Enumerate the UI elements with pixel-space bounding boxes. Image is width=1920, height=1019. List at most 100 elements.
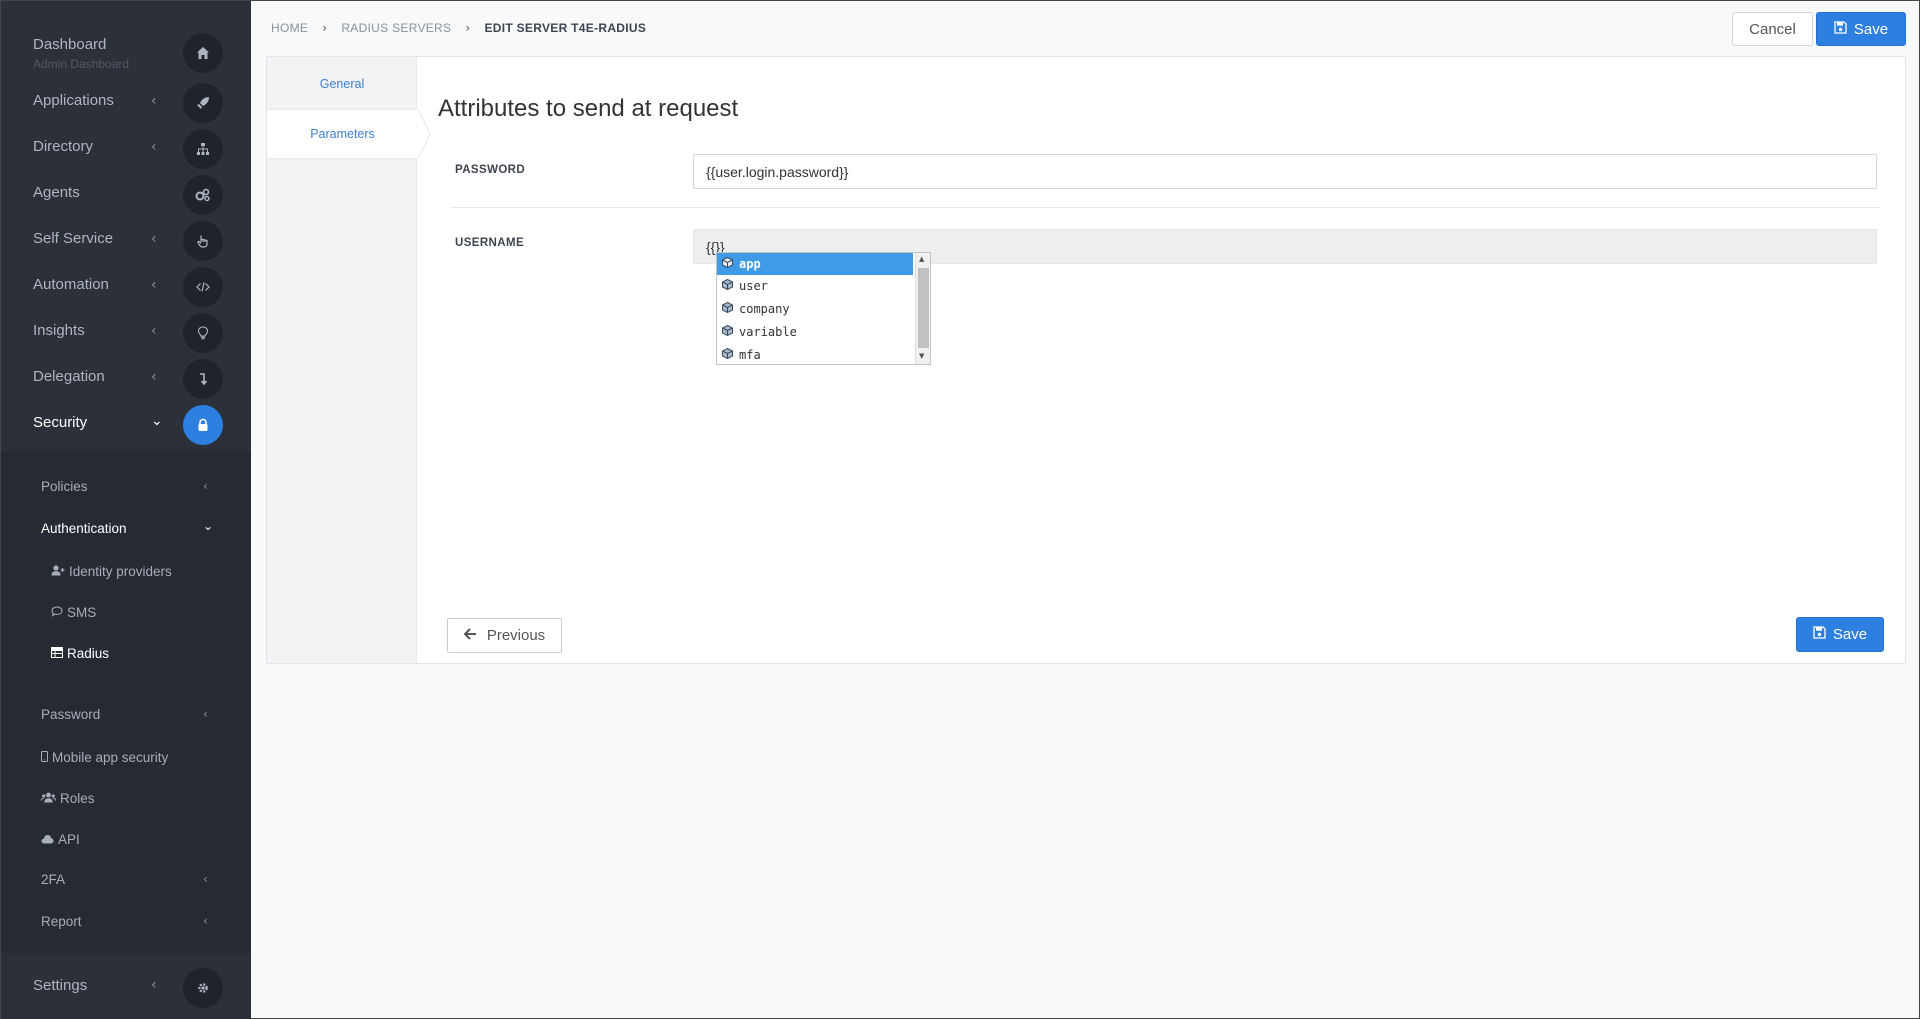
chevron-left-icon: ‹ (203, 479, 208, 493)
chevron-left-icon: ‹ (203, 707, 208, 721)
cloud-icon (41, 832, 54, 847)
gear-icon (183, 968, 223, 1008)
sidebar-item-agents[interactable]: Agents (1, 171, 251, 217)
submenu-item-label: Authentication (41, 521, 127, 536)
chevron-left-icon: ‹ (203, 914, 208, 928)
comment-icon (51, 605, 63, 620)
submenu-item-authentication[interactable]: Authentication ⌄ (41, 515, 221, 543)
submenu-item-label: Password (41, 707, 101, 722)
chevron-right-icon: › (322, 21, 328, 35)
sidebar-item-insights[interactable]: Insights ‹ (1, 309, 251, 355)
scroll-down-icon[interactable]: ▼ (919, 352, 924, 360)
mobile-icon (41, 750, 48, 765)
chevron-down-icon: ⌄ (151, 413, 163, 429)
scroll-up-icon[interactable]: ▲ (919, 255, 924, 263)
submenu-item-roles[interactable]: Roles (40, 786, 95, 810)
sidebar-item-settings[interactable]: Settings ‹ (1, 963, 251, 1013)
submenu-item-password[interactable]: Password ‹ (41, 701, 221, 729)
password-field[interactable]: {{user.login.password}} (693, 154, 1877, 189)
home-icon (183, 33, 223, 73)
cube-icon (722, 301, 733, 316)
edit-server-card: General Parameters Attributes to send at… (266, 56, 1906, 664)
sidebar-item-label: Self Service (33, 230, 114, 247)
submenu-item-label: 2FA (41, 872, 66, 887)
sidebar-item-label: Security (33, 414, 88, 431)
chevron-left-icon: ‹ (203, 872, 208, 886)
sidebar-main-nav: Dashboard Admin Dashboard Applications ‹… (1, 1, 251, 451)
level-down-icon (183, 359, 223, 399)
sidebar-item-dashboard[interactable]: Dashboard Admin Dashboard (1, 29, 251, 75)
autocomplete-item[interactable]: user (717, 275, 913, 297)
autocomplete-item-label: variable (739, 325, 797, 339)
submenu-item-policies[interactable]: Policies ‹ (41, 473, 221, 501)
chevron-left-icon: ‹ (151, 369, 157, 385)
sidebar-item-label: Applications (33, 92, 114, 109)
save-button-top[interactable]: Save (1816, 12, 1906, 46)
previous-button[interactable]: Previous (447, 618, 562, 653)
sidebar-item-delegation[interactable]: Delegation ‹ (1, 355, 251, 401)
sidebar-item-security[interactable]: Security ⌄ (1, 401, 251, 447)
rocket-icon (183, 83, 223, 123)
username-label: USERNAME (455, 237, 525, 249)
save-button-bottom[interactable]: Save (1796, 617, 1884, 652)
submenu-item-label: Roles (60, 790, 95, 806)
tab-parameters[interactable]: Parameters (267, 109, 418, 159)
submenu-item-mobile-app-security[interactable]: Mobile app security (41, 745, 168, 769)
save-icon (1834, 20, 1847, 38)
autocomplete-item[interactable]: app (717, 253, 913, 275)
save-button-label: Save (1853, 20, 1889, 38)
submenu-item-report[interactable]: Report ‹ (41, 908, 221, 936)
submenu-leaf-label: Radius (67, 645, 110, 661)
sidebar-item-label: Directory (33, 138, 94, 155)
arrow-left-icon (463, 627, 477, 644)
sidebar-item-automation[interactable]: Automation ‹ (1, 263, 251, 309)
sidebar-item-label: Insights (33, 322, 85, 339)
security-submenu: Policies ‹ Authentication ⌄ Identity pro… (1, 451, 251, 953)
sidebar-item-directory[interactable]: Directory ‹ (1, 125, 251, 171)
sidebar-item-label: Delegation (33, 368, 105, 385)
table-icon (51, 646, 63, 661)
breadcrumb-radius-servers[interactable]: RADIUS SERVERS (341, 21, 451, 35)
autocomplete-item[interactable]: company (717, 298, 913, 320)
breadcrumb-current: EDIT SERVER T4E-RADIUS (484, 21, 647, 35)
cube-icon (722, 256, 733, 271)
chevron-left-icon: ‹ (151, 277, 157, 293)
submenu-item-api[interactable]: API (41, 827, 80, 851)
submenu-leaf-radius[interactable]: Radius (51, 641, 109, 665)
autocomplete-scrollbar[interactable]: ▲ ▼ (915, 253, 930, 364)
sidebar-item-label: Automation (33, 276, 109, 293)
autocomplete-item[interactable]: variable (717, 321, 913, 343)
scrollbar-thumb[interactable] (918, 268, 929, 348)
sidebar-item-label: Agents (33, 184, 80, 201)
submenu-item-label: Policies (41, 479, 88, 494)
sidebar-item-applications[interactable]: Applications ‹ (1, 79, 251, 125)
lightbulb-icon (183, 313, 223, 353)
submenu-item-label: Mobile app security (52, 749, 169, 765)
tab-general[interactable]: General (267, 59, 417, 109)
wizard-tabs: General Parameters (267, 57, 418, 663)
chevron-left-icon: ‹ (151, 139, 157, 155)
submenu-item-label: Report (41, 914, 82, 929)
autocomplete-item-label: company (739, 302, 790, 316)
cancel-button[interactable]: Cancel (1732, 12, 1813, 46)
breadcrumb: HOME › RADIUS SERVERS › EDIT SERVER T4E-… (271, 21, 646, 35)
previous-button-label: Previous (486, 627, 546, 644)
submenu-leaf-sms[interactable]: SMS (51, 600, 96, 624)
sidebar-item-label: Dashboard (33, 36, 107, 53)
submenu-item-label: API (58, 831, 80, 847)
sidebar-item-self-service[interactable]: Self Service ‹ (1, 217, 251, 263)
cogs-icon (183, 175, 223, 215)
active-tab-arrow (417, 109, 431, 159)
submenu-leaf-label: SMS (67, 604, 97, 620)
page-title: Attributes to send at request (438, 95, 739, 122)
autocomplete-item[interactable]: mfa (717, 344, 913, 364)
hand-pointer-icon (183, 221, 223, 261)
autocomplete-list: app user company variable mfa ▲ ▼ (716, 252, 931, 365)
breadcrumb-home[interactable]: HOME (271, 21, 308, 35)
lock-icon (183, 405, 223, 445)
submenu-leaf-label: Identity providers (69, 563, 172, 579)
save-button-label: Save (1832, 626, 1868, 643)
submenu-item-2fa[interactable]: 2FA ‹ (41, 866, 221, 894)
chevron-left-icon: ‹ (151, 231, 157, 247)
submenu-leaf-identity-providers[interactable]: Identity providers (51, 559, 172, 583)
